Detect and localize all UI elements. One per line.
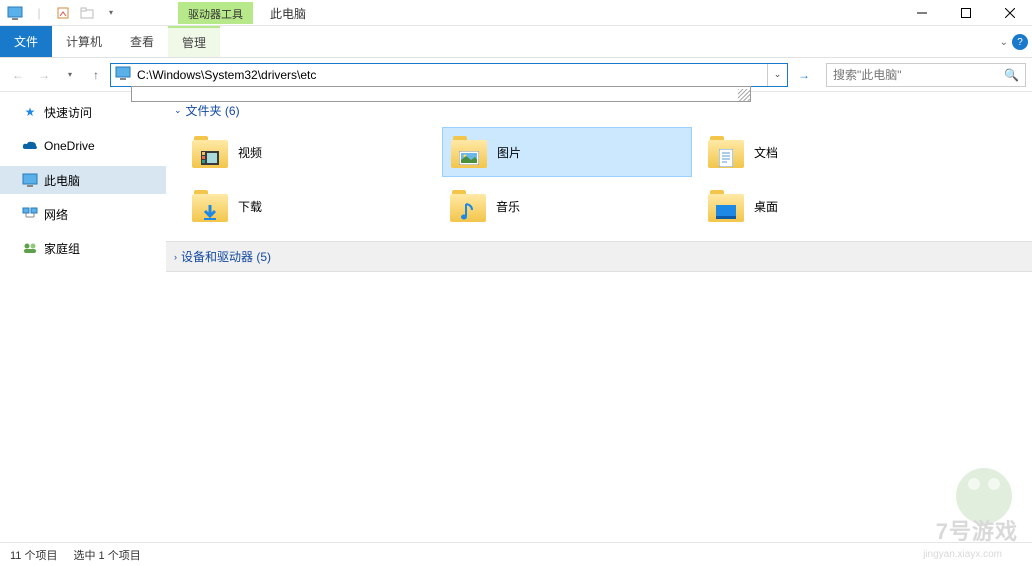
folder-label: 桌面 <box>754 198 778 215</box>
tab-computer[interactable]: 计算机 <box>52 26 116 57</box>
folder-icon <box>451 134 487 170</box>
folder-icon <box>192 188 228 224</box>
status-item-count: 11 个项目 <box>10 547 57 563</box>
maximize-button[interactable] <box>944 0 988 26</box>
window-title: 此电脑 <box>270 5 306 22</box>
search-box[interactable]: 🔍 <box>826 63 1026 87</box>
folder-icon <box>450 188 486 224</box>
folder-item-music[interactable]: 音乐 <box>442 181 692 231</box>
folder-label: 图片 <box>497 144 521 161</box>
recent-dropdown-icon[interactable]: ▾ <box>58 63 82 87</box>
folder-item-downloads[interactable]: 下载 <box>184 181 434 231</box>
sidebar-item-onedrive[interactable]: OneDrive <box>0 132 166 160</box>
back-button[interactable]: ← <box>6 63 30 87</box>
sidebar-item-label: 家庭组 <box>44 240 80 257</box>
sidebar-item-network[interactable]: 网络 <box>0 200 166 228</box>
properties-icon[interactable] <box>54 4 72 22</box>
group-label: 设备和驱动器 (5) <box>181 248 271 265</box>
folder-label: 下载 <box>238 198 262 215</box>
tab-manage[interactable]: 管理 <box>168 26 220 57</box>
quick-access-toolbar: | ▾ <box>0 4 126 22</box>
folder-icon <box>708 134 744 170</box>
app-icon <box>6 4 24 22</box>
address-suggest-dropdown[interactable] <box>131 86 751 102</box>
folder-icon <box>192 134 228 170</box>
ribbon-tabs: 文件 计算机 查看 管理 ⌄ ? <box>0 26 1032 58</box>
search-icon[interactable]: 🔍 <box>1004 68 1019 82</box>
new-folder-icon[interactable] <box>78 4 96 22</box>
monitor-icon <box>22 172 38 188</box>
status-bar: 11 个项目 选中 1 个项目 <box>0 542 1032 566</box>
star-icon: ★ <box>22 104 38 120</box>
folder-label: 视频 <box>238 144 262 161</box>
contextual-tab-header: 驱动器工具 <box>178 0 253 26</box>
chevron-right-icon: › <box>174 252 177 262</box>
tab-view[interactable]: 查看 <box>116 26 168 57</box>
help-icon[interactable]: ? <box>1012 34 1028 50</box>
folder-label: 音乐 <box>496 198 520 215</box>
status-selected-count: 选中 1 个项目 <box>73 547 140 563</box>
group-header-devices[interactable]: › 设备和驱动器 (5) <box>166 241 1032 272</box>
content-pane: ⌄ 文件夹 (6) 视频 图片 文档 下载 <box>166 92 1032 542</box>
close-button[interactable] <box>988 0 1032 26</box>
navigation-bar: ← → ▾ ↑ C:\Windows\System32\drivers\etc … <box>0 58 1032 92</box>
homegroup-icon <box>22 240 38 256</box>
chevron-down-icon: ⌄ <box>174 105 182 116</box>
tab-file[interactable]: 文件 <box>0 26 52 57</box>
sidebar-item-label: 此电脑 <box>44 172 80 189</box>
folder-item-documents[interactable]: 文档 <box>700 127 950 177</box>
folder-item-desktop[interactable]: 桌面 <box>700 181 950 231</box>
go-button[interactable]: → <box>792 63 816 87</box>
network-icon <box>22 206 38 222</box>
main-area: ★ 快速访问 OneDrive 此电脑 网络 家庭组 ⌄ 文件夹 (6) <box>0 92 1032 542</box>
sidebar-item-label: 快速访问 <box>44 104 92 121</box>
folder-label: 文档 <box>754 144 778 161</box>
sidebar-item-label: 网络 <box>44 206 68 223</box>
folder-item-pictures[interactable]: 图片 <box>442 127 692 177</box>
qat-dropdown-icon[interactable]: ▾ <box>102 4 120 22</box>
minimize-button[interactable] <box>900 0 944 26</box>
qat-separator: | <box>30 4 48 22</box>
ribbon-expand-icon[interactable]: ⌄ <box>1000 37 1008 48</box>
address-dropdown-icon[interactable]: ⌄ <box>767 64 787 86</box>
folder-item-videos[interactable]: 视频 <box>184 127 434 177</box>
sidebar-item-homegroup[interactable]: 家庭组 <box>0 234 166 262</box>
forward-button[interactable]: → <box>32 63 56 87</box>
group-header-folders[interactable]: ⌄ 文件夹 (6) <box>166 100 1032 121</box>
window-controls <box>900 0 1032 26</box>
cloud-icon <box>22 138 38 154</box>
titlebar: | ▾ 驱动器工具 此电脑 <box>0 0 1032 26</box>
search-input[interactable] <box>833 68 1004 82</box>
sidebar-item-thispc[interactable]: 此电脑 <box>0 166 166 194</box>
folders-grid: 视频 图片 文档 下载 音乐 <box>166 121 1032 241</box>
group-label: 文件夹 (6) <box>186 102 240 119</box>
navigation-pane: ★ 快速访问 OneDrive 此电脑 网络 家庭组 <box>0 92 166 542</box>
monitor-icon <box>115 66 133 84</box>
sidebar-item-quickaccess[interactable]: ★ 快速访问 <box>0 98 166 126</box>
address-text[interactable]: C:\Windows\System32\drivers\etc <box>137 68 767 82</box>
up-button[interactable]: ↑ <box>84 63 108 87</box>
folder-icon <box>708 188 744 224</box>
address-bar[interactable]: C:\Windows\System32\drivers\etc ⌄ <box>110 63 788 87</box>
context-label: 驱动器工具 <box>178 2 253 24</box>
sidebar-item-label: OneDrive <box>44 139 95 153</box>
